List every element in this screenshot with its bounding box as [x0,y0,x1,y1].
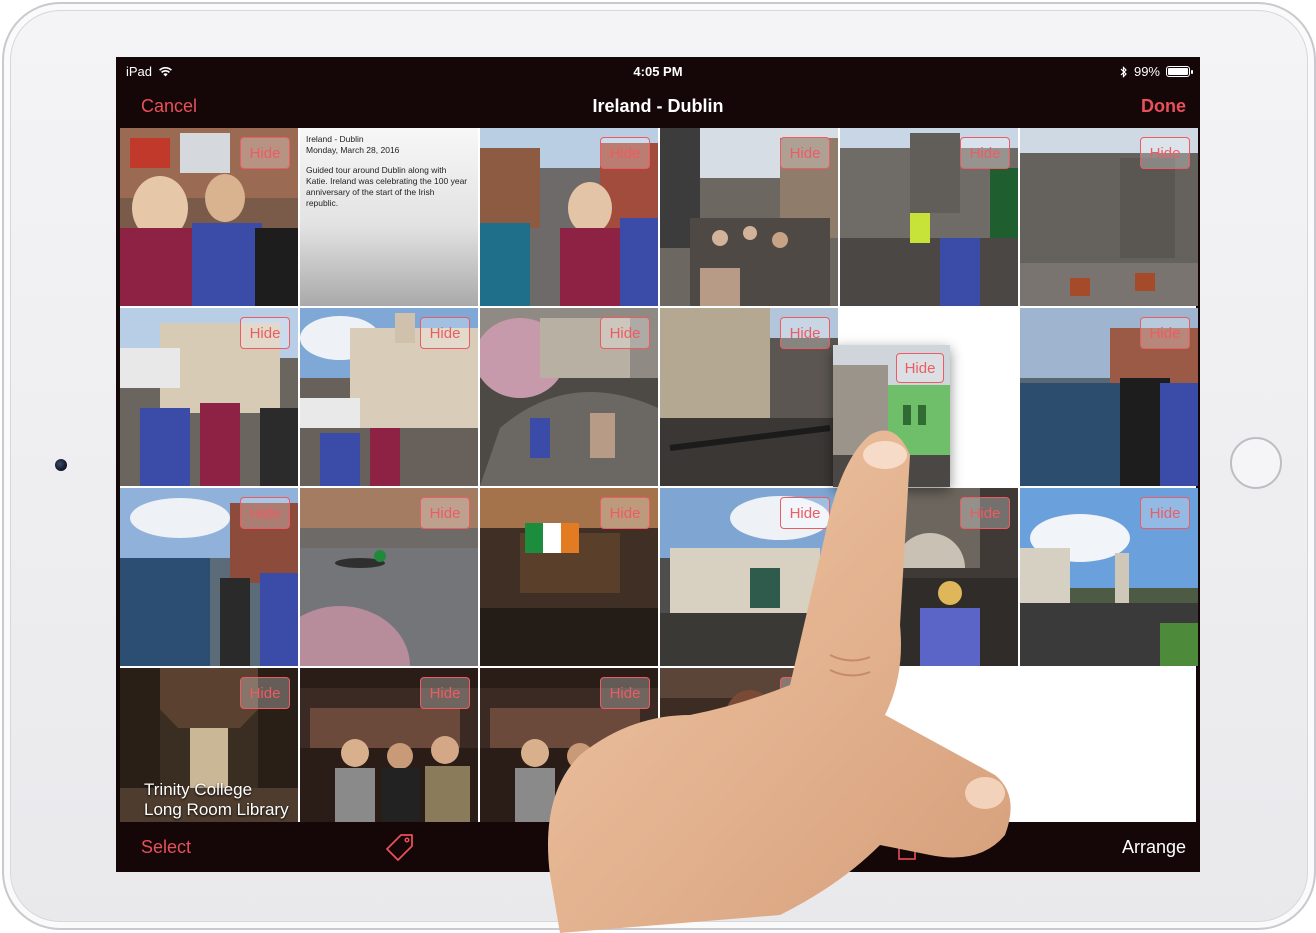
hide-button[interactable]: Hide [420,677,470,709]
hide-button[interactable]: Hide [600,317,650,349]
note-tile[interactable]: Ireland - Dublin Monday, March 28, 2016 G… [300,128,478,306]
photo-tile[interactable]: Hide [840,128,1018,306]
hide-button[interactable]: Hide [600,137,650,169]
note-body: Guided tour around Dublin along with Kat… [306,165,468,208]
tag-icon[interactable] [384,831,416,863]
photo-tile[interactable]: Hide [120,308,298,486]
battery-fill [1168,68,1188,75]
front-camera [55,459,67,471]
photo-tile[interactable]: Hide [660,128,838,306]
photo-tile[interactable]: Hide [480,488,658,666]
dragged-photo[interactable]: Hide [833,345,950,487]
trash-icon[interactable] [896,833,918,861]
photo-tile[interactable]: Hide [120,128,298,306]
photo-tile[interactable]: Hide Trinity College Long Room Library [120,668,298,822]
hide-button[interactable]: Hide [960,497,1010,529]
hide-button[interactable]: Hide [896,353,944,383]
hide-button[interactable]: Hide [1140,317,1190,349]
hide-button[interactable]: Hide [420,497,470,529]
bottom-toolbar: Select Arrange [116,822,1200,872]
hide-button[interactable]: Hide [780,677,830,709]
status-time: 4:05 PM [633,64,683,79]
hide-button[interactable]: Hide [240,497,290,529]
hide-button[interactable]: Hide [420,317,470,349]
hide-button[interactable]: Hide [600,677,650,709]
photo-tile[interactable]: Hide [1020,308,1198,486]
bluetooth-icon [1120,65,1127,78]
hide-button[interactable]: Hide [1140,137,1190,169]
photo-tile[interactable]: Hide [300,308,478,486]
screen: iPad 4:05 PM 99% Cancel Ireland - Dublin… [116,57,1200,872]
hide-button[interactable]: Hide [780,137,830,169]
battery-percent: 99% [1133,64,1160,79]
photo-tile[interactable]: Hide [120,488,298,666]
photo-tile[interactable]: Hide [660,488,838,666]
note-title: Ireland - Dublin [306,134,364,144]
arrange-button[interactable]: Arrange [1122,837,1186,858]
photo-tile[interactable]: Hide [480,128,658,306]
album-title: Ireland - Dublin [592,96,724,116]
hide-button[interactable]: Hide [240,137,290,169]
done-button[interactable]: Done [1141,96,1186,117]
battery-icon [1166,66,1193,77]
hide-button[interactable]: Hide [1140,497,1190,529]
photo-tile[interactable]: Hide [300,668,478,822]
status-bar: iPad 4:05 PM 99% [116,57,1200,85]
note-date: Monday, March 28, 2016 [306,145,400,155]
photo-grid: Hide Ireland - Dublin Monday, March 28, 2… [120,128,1198,822]
hide-button[interactable]: Hide [780,497,830,529]
note-text: Ireland - Dublin Monday, March 28, 2016 G… [306,134,468,218]
hide-button[interactable]: Hide [600,497,650,529]
hide-button[interactable]: Hide [240,677,290,709]
home-button[interactable] [1230,437,1282,489]
photo-tile[interactable]: Hide [480,308,658,486]
caption-line-2: Long Room Library [144,800,289,819]
select-button[interactable]: Select [141,837,191,858]
navigation-bar: Cancel Ireland - Dublin Done [116,85,1200,128]
photo-tile[interactable]: Hide [1020,488,1198,666]
photo-tile[interactable]: Hide [840,488,1018,666]
photo-tile[interactable]: Hide [660,668,838,822]
hide-button[interactable]: Hide [960,137,1010,169]
photo-tile[interactable]: Hide [660,308,838,486]
hide-button[interactable]: Hide [240,317,290,349]
photo-tile[interactable]: Hide [480,668,658,822]
photo-tile[interactable]: Hide [1020,128,1198,306]
photo-caption: Trinity College Long Room Library [144,780,289,820]
caption-line-1: Trinity College [144,780,253,799]
hide-button[interactable]: Hide [780,317,830,349]
photo-tile[interactable]: Hide [300,488,478,666]
